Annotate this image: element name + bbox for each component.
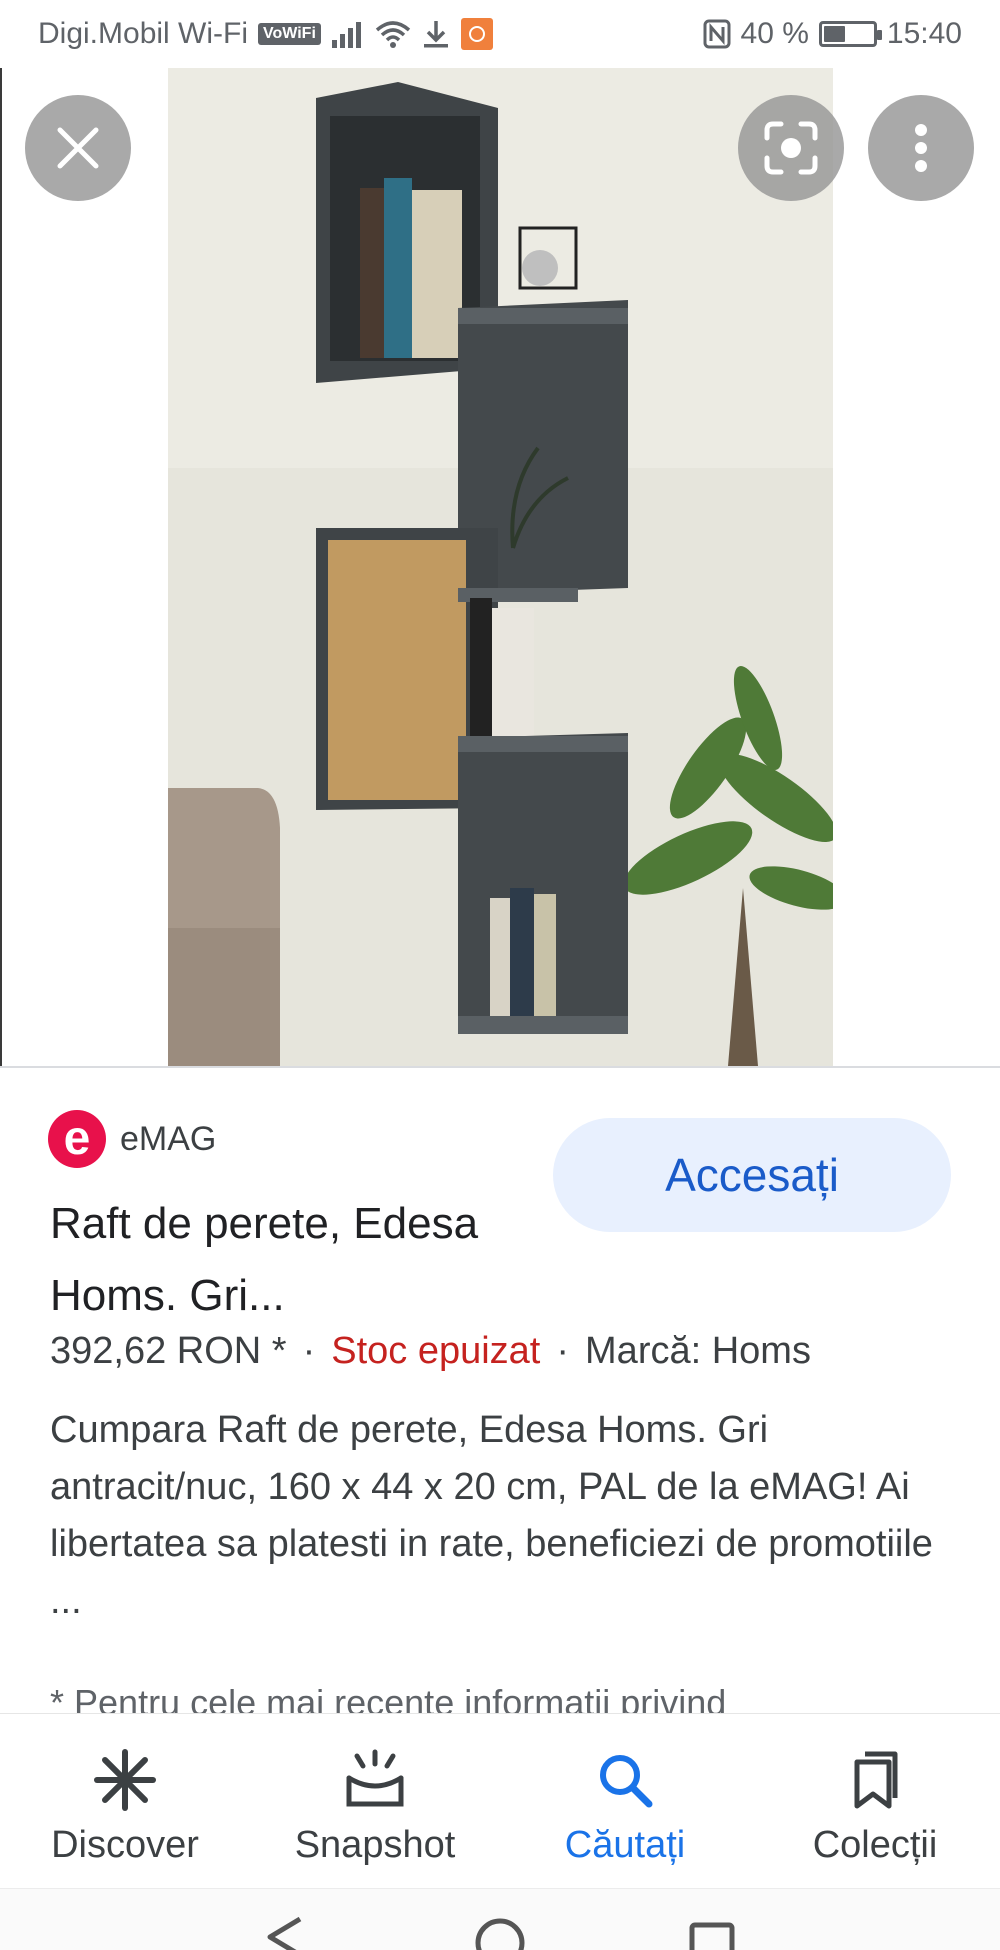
close-icon [57,127,99,169]
brand: Marcă: Homs [585,1330,811,1372]
disclaimer: * Pentru cele mai recente informatii pri… [50,1682,727,1713]
asterisk-icon [94,1749,156,1811]
more-vert-icon [915,124,927,172]
price: 392,62 RON * [50,1330,287,1372]
nav-search[interactable]: Căutați [500,1714,750,1888]
result-meta: 392,62 RON * · Stoc epuizat · Marcă: Hom… [50,1330,811,1373]
result-info-panel: e eMAG Accesați Raft de perete, Edesa Ho… [0,1068,1000,1713]
nav-collections[interactable]: Colecții [750,1714,1000,1888]
source-name: eMAG [120,1119,217,1158]
product-photo[interactable] [168,68,833,1066]
collections-icon [854,1751,898,1809]
signal-icon [331,22,361,48]
download-icon [423,21,448,48]
status-right: 40 % 15:40 [703,17,962,51]
separator-dot: · [302,1330,316,1372]
left-edge [0,68,2,1066]
carrier-label: Digi.Mobil Wi-Fi [38,17,248,50]
snapshot-icon [346,1749,404,1807]
vowifi-badge: VoWiFi [258,23,321,45]
nav-search-label: Căutați [564,1824,686,1866]
nav-snapshot[interactable]: Snapshot [250,1714,500,1888]
recents-icon[interactable] [689,1922,735,1950]
lens-icon [764,121,818,175]
back-icon[interactable] [267,1916,302,1950]
battery-percent: 40 % [740,17,809,50]
result-description: Cumpara Raft de perete, Edesa Homs. Gri … [50,1409,933,1622]
home-icon[interactable] [475,1918,525,1950]
search-icon [600,1755,653,1808]
source-row[interactable]: e eMAG [48,1110,216,1168]
nav-discover[interactable]: Discover [0,1714,250,1888]
status-left: Digi.Mobil Wi-Fi VoWiFi [38,17,493,51]
status-bar: Digi.Mobil Wi-Fi VoWiFi 40 % 15:40 [0,0,1000,68]
visit-button[interactable]: Accesați [553,1118,951,1232]
bottom-navigation: Discover Snapshot Căutați Colecții [0,1713,1000,1888]
stock-status: Stoc epuizat [331,1330,541,1372]
result-title[interactable]: Raft de perete, Edesa Homs. Gri... [50,1188,550,1332]
wifi-icon [375,21,411,48]
notification-app-icon [460,18,493,50]
separator-dot: · [556,1330,570,1372]
battery-fill [823,26,845,42]
nav-discover-label: Discover [51,1824,199,1866]
nfc-icon [703,19,731,49]
clock: 15:40 [886,17,962,50]
battery-icon [818,21,882,47]
source-logo: e [48,1110,106,1168]
close-button[interactable] [25,95,131,201]
lens-button[interactable] [738,95,844,201]
more-options-button[interactable] [868,95,974,201]
nav-collections-label: Colecții [812,1824,938,1866]
image-viewer [0,68,1000,1066]
system-navigation-bar [0,1888,1000,1950]
nav-snapshot-label: Snapshot [294,1824,456,1866]
